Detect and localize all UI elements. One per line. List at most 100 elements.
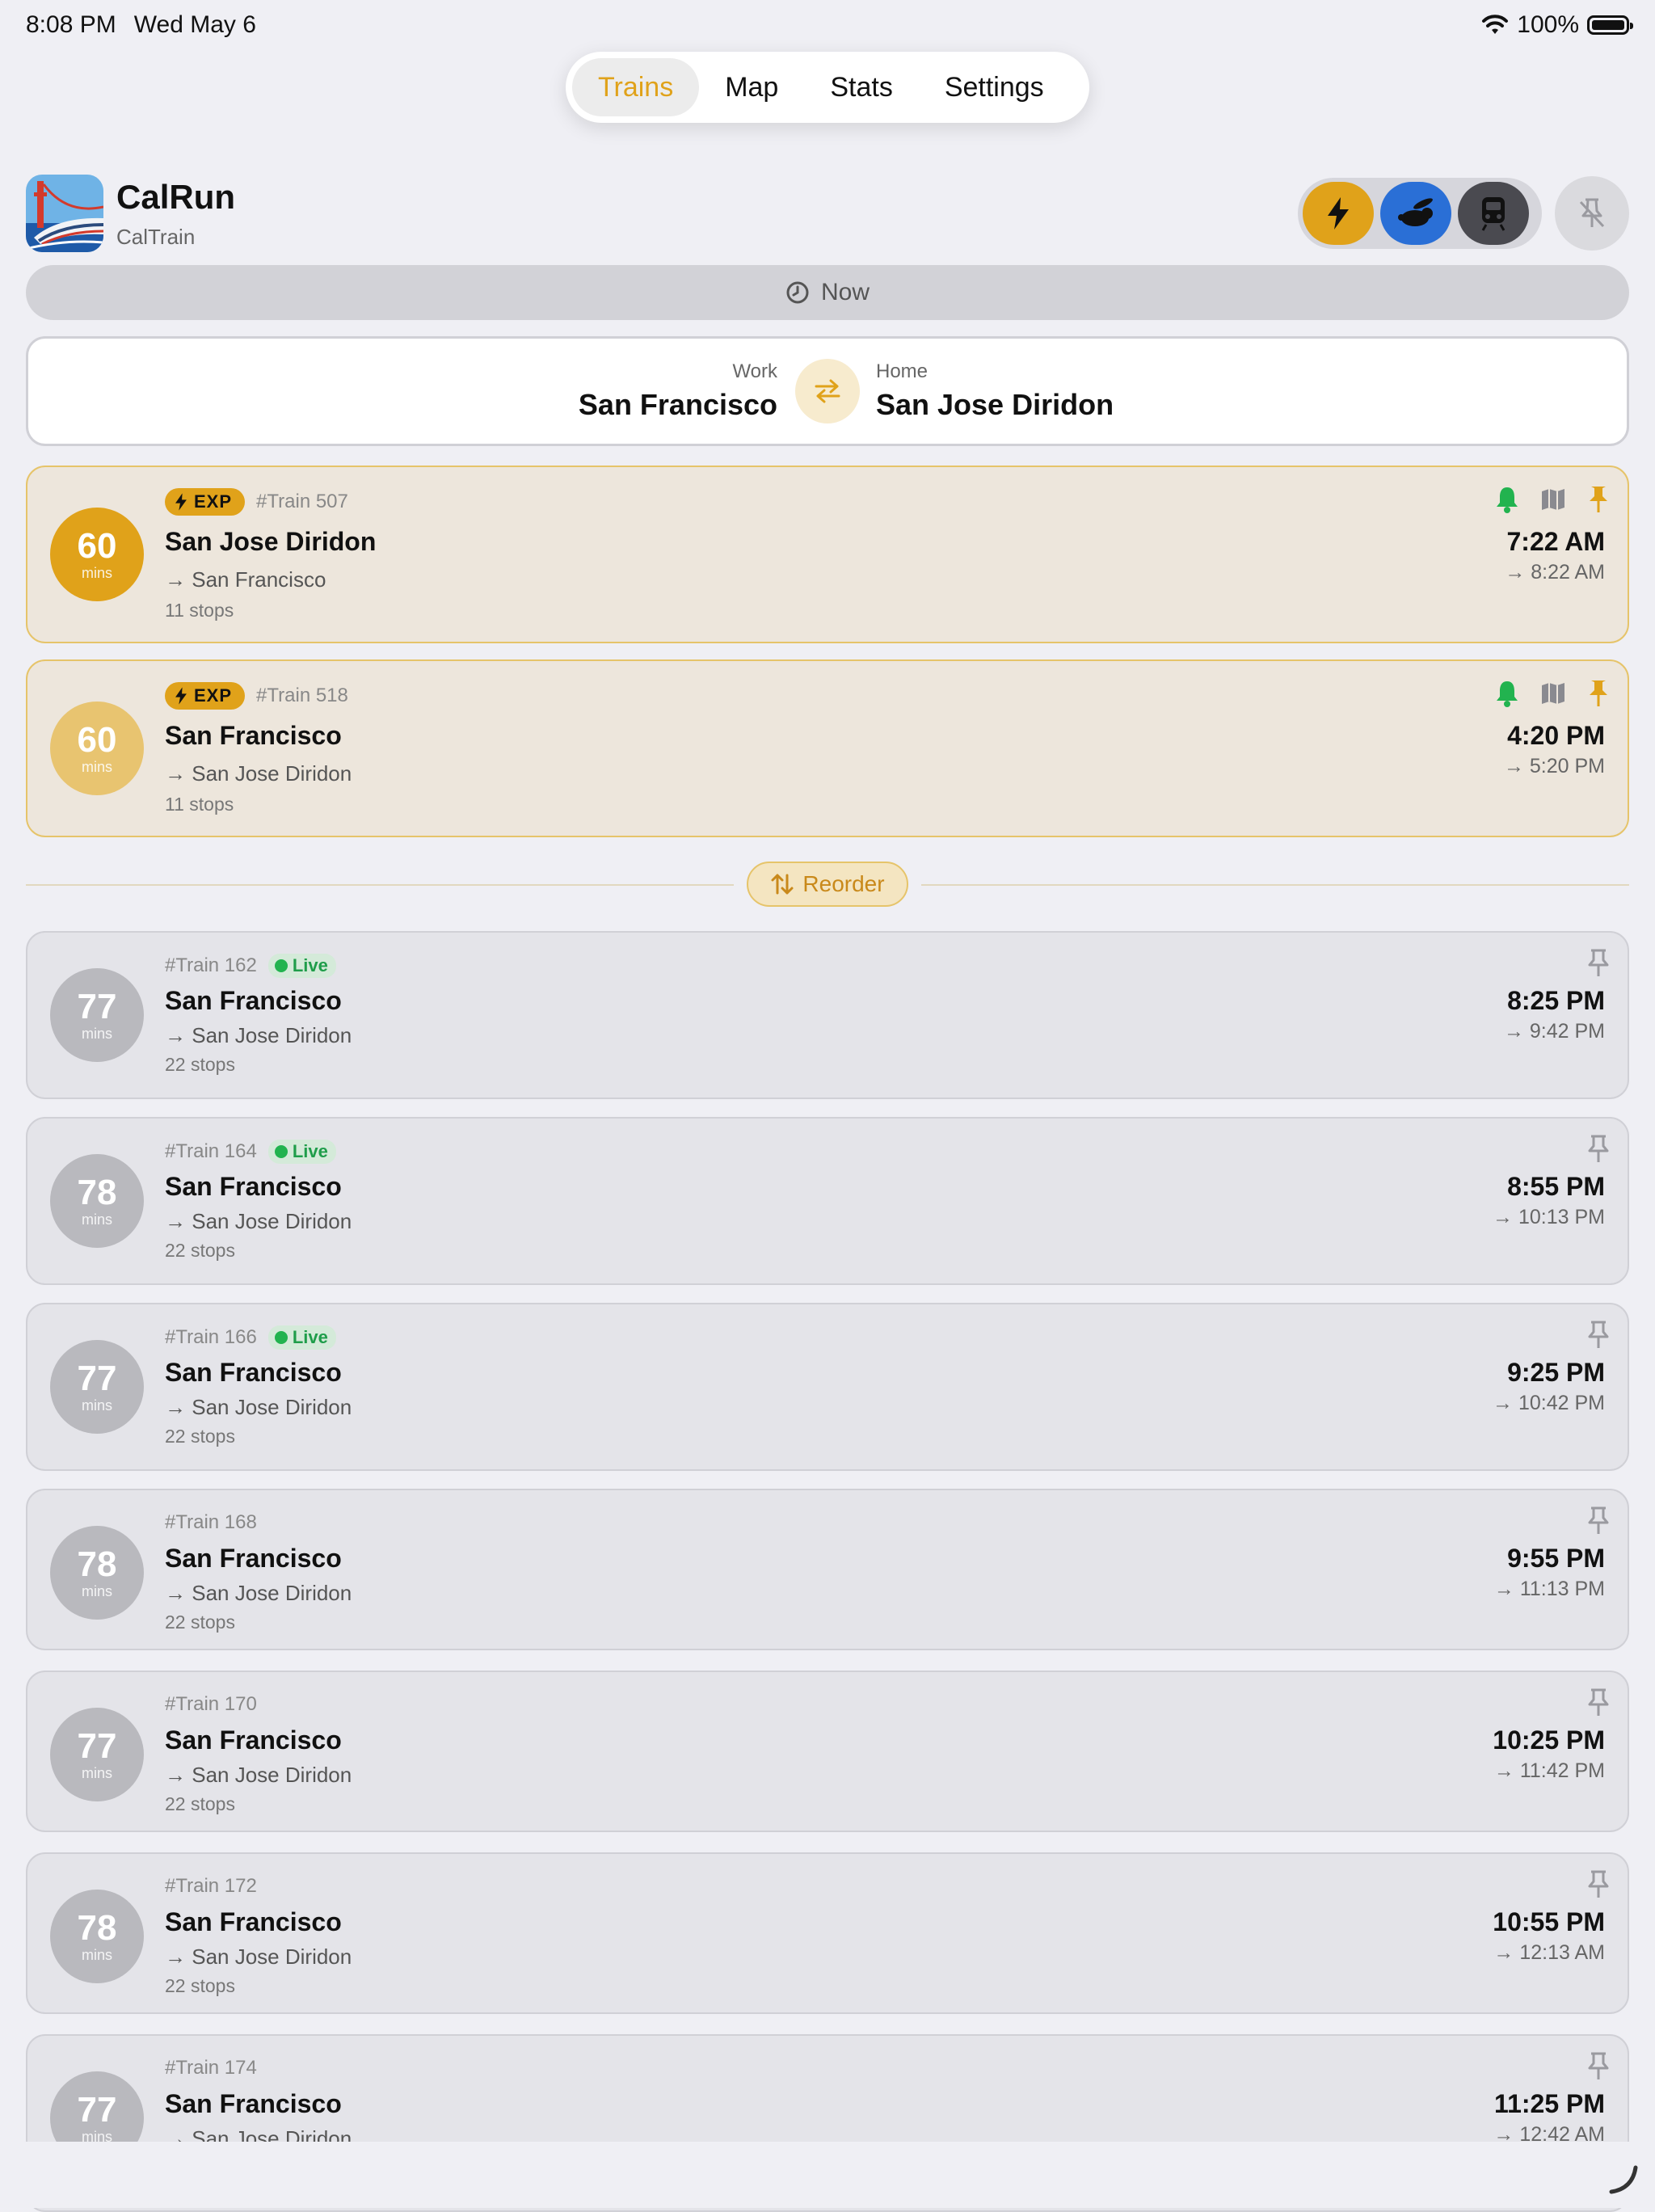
- tab-trains[interactable]: Trains: [572, 58, 700, 116]
- departure-time: 9:25 PM: [1507, 1358, 1605, 1387]
- train-destination: → San Jose Diridon: [165, 1581, 352, 1605]
- pin-outline-icon[interactable]: [1587, 1321, 1610, 1350]
- train-origin: San Francisco: [165, 1172, 342, 1201]
- tab-settings[interactable]: Settings: [919, 58, 1070, 116]
- train-meta: #Train 164 Live: [165, 1140, 336, 1164]
- tab-stats[interactable]: Stats: [804, 58, 918, 116]
- train-card[interactable]: 78 mins #Train 164 Live San Francisco → S…: [26, 1117, 1629, 1285]
- pin-icon[interactable]: [1587, 485, 1610, 514]
- train-origin: San Francisco: [165, 1358, 342, 1387]
- train-stops: 22 stops: [165, 1054, 235, 1075]
- duration-value: 78: [77, 1173, 117, 1212]
- train-stops: 22 stops: [165, 1793, 235, 1814]
- duration-badge: 78 mins: [50, 1890, 144, 1983]
- train-destination: → San Jose Diridon: [165, 1209, 352, 1233]
- departure-time: 10:25 PM: [1493, 1725, 1605, 1755]
- status-time: 8:08 PM: [26, 11, 116, 38]
- route-from-label: Work: [732, 360, 777, 382]
- bell-icon[interactable]: [1495, 486, 1519, 513]
- now-label: Now: [820, 279, 870, 305]
- arrival-time: → 9:42 PM: [1503, 1020, 1605, 1043]
- swap-direction-button[interactable]: [795, 359, 860, 423]
- limited-filter-button[interactable]: [1380, 182, 1451, 245]
- train-origin: San Francisco: [165, 1725, 342, 1755]
- train-meta: #Train 166 Live: [165, 1325, 336, 1350]
- train-origin: San Francisco: [165, 986, 342, 1015]
- duration-value: 78: [77, 1908, 117, 1948]
- route-to-station[interactable]: San Jose Diridon: [876, 388, 1114, 422]
- card-actions: [1587, 2052, 1610, 2081]
- train-number: #Train 507: [256, 491, 348, 512]
- reorder-button[interactable]: Reorder: [747, 862, 908, 907]
- train-number: #Train 174: [165, 2057, 257, 2079]
- card-actions: [1587, 1321, 1610, 1350]
- departure-time: 8:25 PM: [1507, 986, 1605, 1015]
- train-origin: San Jose Diridon: [165, 527, 377, 556]
- train-card[interactable]: 77 mins #Train 166 Live San Francisco → S…: [26, 1303, 1629, 1471]
- duration-value: 77: [77, 987, 117, 1026]
- reorder-arrows-icon: [771, 874, 794, 895]
- train-card[interactable]: 77 mins #Train 170 San Francisco → San J…: [26, 1671, 1629, 1832]
- departure-time: 7:22 AM: [1506, 527, 1605, 556]
- map-icon[interactable]: [1540, 487, 1566, 512]
- status-date: Wed May 6: [133, 11, 256, 38]
- train-origin: San Francisco: [165, 2089, 342, 2118]
- duration-value: 60: [77, 526, 117, 566]
- train-card[interactable]: 78 mins #Train 168 San Francisco → San J…: [26, 1489, 1629, 1650]
- status-bar-right: 100%: [1481, 11, 1633, 39]
- train-destination: → San Jose Diridon: [165, 1023, 352, 1047]
- train-icon: [1481, 197, 1506, 231]
- bottom-safe-area: [0, 2142, 1655, 2208]
- battery-percent: 100%: [1517, 11, 1579, 38]
- train-card[interactable]: 77 mins #Train 162 Live San Francisco → S…: [26, 931, 1629, 1099]
- local-filter-button[interactable]: [1458, 182, 1529, 245]
- train-number: #Train 168: [165, 1511, 257, 1533]
- app-logo: [26, 175, 103, 252]
- pin-outline-icon[interactable]: [1587, 1506, 1610, 1536]
- train-card[interactable]: 78 mins #Train 172 San Francisco → San J…: [26, 1852, 1629, 2014]
- time-selector[interactable]: Now: [26, 265, 1629, 320]
- train-stops: 22 stops: [165, 1426, 235, 1447]
- train-stops: 22 stops: [165, 1612, 235, 1633]
- train-number: #Train 518: [256, 685, 348, 706]
- duration-unit: mins: [81, 1583, 112, 1599]
- pin-outline-icon[interactable]: [1587, 1688, 1610, 1717]
- duration-badge: 77 mins: [50, 1340, 144, 1434]
- live-badge: Live: [267, 1325, 336, 1350]
- arrival-time: → 10:13 PM: [1493, 1206, 1605, 1228]
- arrival-time: → 10:42 PM: [1493, 1392, 1605, 1414]
- wifi-icon: [1482, 15, 1509, 34]
- pin-outline-icon[interactable]: [1587, 1870, 1610, 1899]
- pinned-train-card[interactable]: 60 mins EXP #Train 507 San Jose Diridon …: [26, 466, 1629, 643]
- pin-filter-button[interactable]: [1555, 176, 1629, 251]
- route-from-station[interactable]: San Francisco: [579, 388, 777, 422]
- map-icon[interactable]: [1540, 681, 1566, 706]
- pin-icon[interactable]: [1587, 679, 1610, 708]
- duration-unit: mins: [81, 1947, 112, 1963]
- app-title: CalRun: [116, 178, 235, 216]
- resize-handle-icon: [1609, 2165, 1638, 2194]
- card-actions: [1587, 949, 1610, 978]
- train-meta: #Train 172: [165, 1875, 257, 1898]
- train-stops: 11 stops: [165, 794, 234, 815]
- train-type-filter: [1298, 178, 1542, 249]
- duration-unit: mins: [81, 1765, 112, 1781]
- duration-badge: 78 mins: [50, 1154, 144, 1248]
- train-stops: 22 stops: [165, 1975, 235, 1996]
- card-actions: [1587, 1135, 1610, 1164]
- departure-time: 4:20 PM: [1507, 721, 1605, 750]
- pinned-train-card[interactable]: 60 mins EXP #Train 518 San Francisco → S…: [26, 659, 1629, 837]
- card-actions: [1587, 1688, 1610, 1717]
- duration-value: 77: [77, 2090, 117, 2130]
- bell-icon[interactable]: [1495, 680, 1519, 707]
- pin-outline-icon[interactable]: [1587, 949, 1610, 978]
- train-number: #Train 162: [165, 954, 257, 976]
- express-filter-button[interactable]: [1303, 182, 1374, 245]
- duration-value: 77: [77, 1726, 117, 1766]
- route-to-label: Home: [876, 360, 929, 382]
- tab-map[interactable]: Map: [699, 58, 804, 116]
- pin-outline-icon[interactable]: [1587, 1135, 1610, 1164]
- train-destination: → San Francisco: [165, 567, 326, 592]
- pin-outline-icon[interactable]: [1587, 2052, 1610, 2081]
- train-meta: #Train 162 Live: [165, 954, 336, 978]
